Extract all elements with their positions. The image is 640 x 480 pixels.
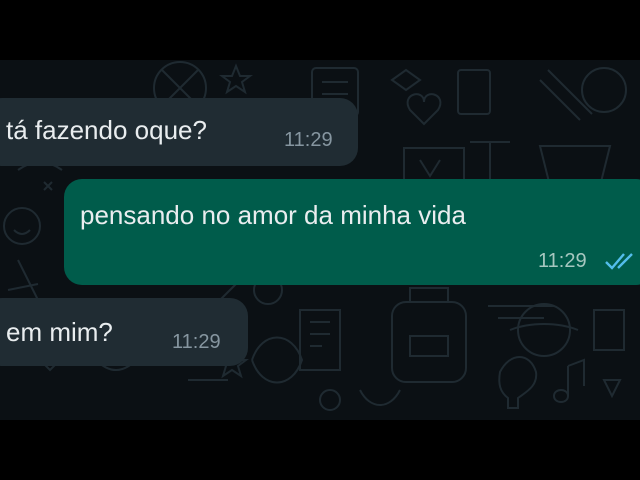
message-timestamp: 11:29 <box>284 129 333 151</box>
double-check-icon <box>605 253 633 270</box>
message-text: pensando no amor da minha vida <box>80 200 466 230</box>
message-timestamp: 11:29 <box>538 250 587 272</box>
message-text: em mim? <box>6 317 113 347</box>
message-timestamp: 11:29 <box>172 331 221 353</box>
message-text: tá fazendo oque? <box>6 115 207 145</box>
message-bubble-incoming[interactable]: tá fazendo oque? 11:29 <box>0 98 358 166</box>
chat-conversation[interactable]: tá fazendo oque? 11:29 pensando no amor … <box>0 60 640 420</box>
screen-frame: tá fazendo oque? 11:29 pensando no amor … <box>0 0 640 480</box>
message-bubble-incoming[interactable]: em mim? 11:29 <box>0 298 248 366</box>
message-bubble-outgoing[interactable]: pensando no amor da minha vida 11:29 <box>64 179 640 285</box>
